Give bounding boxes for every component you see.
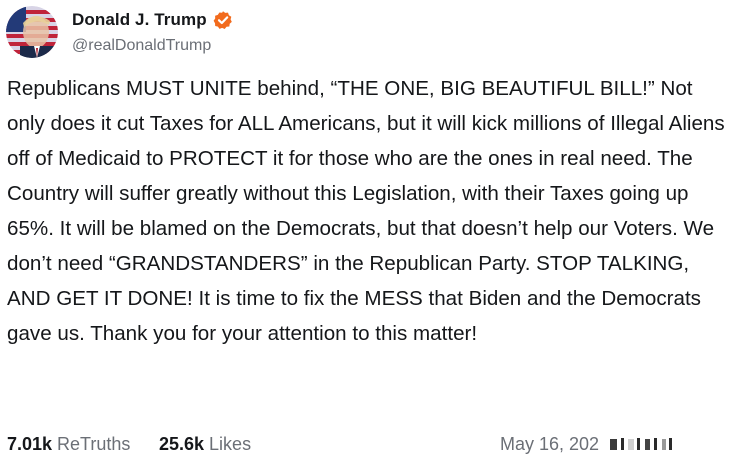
truth-post: Donald J. Trump @realDonaldTrump Republi… [0,0,740,459]
retruths-label: ReTruths [57,434,131,454]
verified-badge-icon [213,10,233,30]
likes-stat[interactable]: 25.6k Likes [159,430,251,458]
likes-label: Likes [209,434,252,454]
timestamp-obscured-overlay [607,430,740,458]
author-name-row: Donald J. Trump [72,7,233,33]
avatar[interactable] [6,6,58,58]
post-timestamp[interactable]: May 16, 202 [500,430,599,458]
post-header: Donald J. Trump @realDonaldTrump [6,5,233,59]
post-text: Republicans MUST UNITE behind, “THE ONE,… [7,77,725,345]
avatar-image [6,6,58,58]
retruths-stat[interactable]: 7.01k ReTruths [7,430,130,458]
author-info: Donald J. Trump @realDonaldTrump [72,7,233,57]
likes-count: 25.6k [159,434,205,454]
author-display-name[interactable]: Donald J. Trump [72,10,207,30]
post-footer: 7.01k ReTruths 25.6k Likes May 16, 202 [7,430,740,458]
author-handle[interactable]: @realDonaldTrump [72,35,233,57]
retruths-count: 7.01k [7,434,53,454]
